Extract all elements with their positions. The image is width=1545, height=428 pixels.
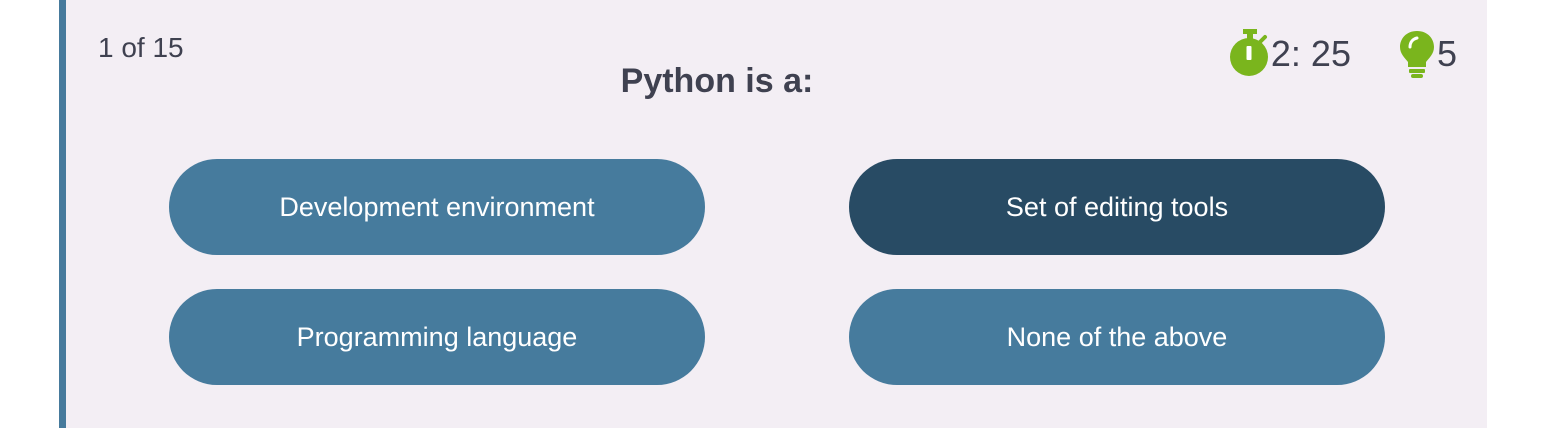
question-title: Python is a: bbox=[620, 62, 814, 100]
option-none-of-the-above[interactable]: None of the above bbox=[849, 289, 1385, 385]
option-development-environment[interactable]: Development environment bbox=[169, 159, 705, 255]
stopwatch-icon bbox=[1229, 29, 1271, 79]
hints-count: 5 bbox=[1436, 33, 1457, 74]
timer-value: 2: 25 bbox=[1270, 33, 1351, 74]
hints-button[interactable]: 5 bbox=[1397, 29, 1457, 79]
question-counter: 1 of 15 bbox=[98, 32, 184, 63]
lightbulb-icon bbox=[1397, 29, 1437, 79]
timer: 2: 25 bbox=[1229, 29, 1351, 79]
option-set-of-editing-tools[interactable]: Set of editing tools bbox=[849, 159, 1385, 255]
option-programming-language[interactable]: Programming language bbox=[169, 289, 705, 385]
quiz-stats: 2: 25 5 bbox=[1229, 26, 1457, 82]
quiz-card: 1 of 15 Python is a: 2: 25 5 Development… bbox=[59, 0, 1487, 428]
